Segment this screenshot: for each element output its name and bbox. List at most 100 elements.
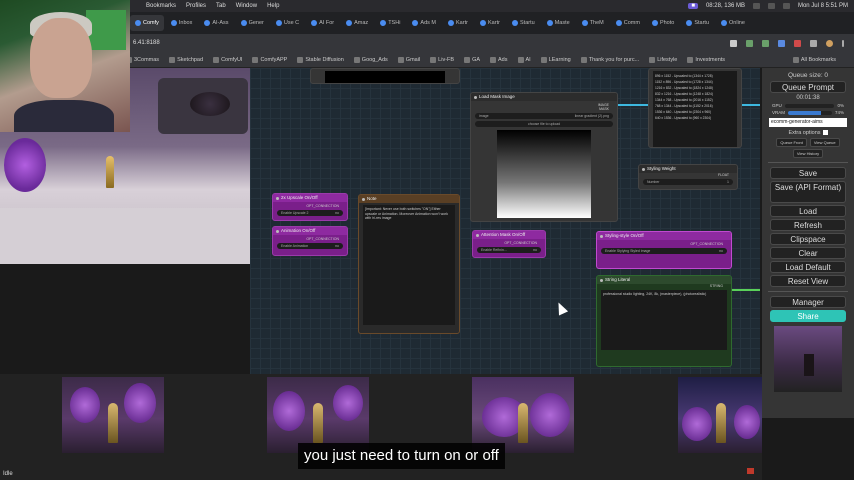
- string-literal-textarea[interactable]: professional studio lighting, 24K, 8k, (…: [601, 290, 727, 350]
- node-attention-mask-toggle[interactable]: Attention Mask On/Off OPT_CONNECTION Ena…: [472, 230, 546, 258]
- node-string-literal[interactable]: String Literal STRING professional studi…: [596, 275, 732, 367]
- browser-tab[interactable]: Comfy: [130, 15, 164, 31]
- profile-avatar-icon[interactable]: [826, 39, 833, 47]
- browser-tab[interactable]: Online: [716, 15, 750, 31]
- load-button[interactable]: Load: [770, 205, 846, 217]
- browser-tab[interactable]: Maste: [542, 15, 575, 31]
- menu-help[interactable]: Help: [267, 3, 279, 9]
- bookmark-item[interactable]: ComfyUI: [213, 56, 242, 63]
- node-upscale-list[interactable]: 896 x 1152 - Upscaled to (1344 x 1728) 1…: [648, 68, 742, 148]
- generated-image-thumbnail[interactable]: [678, 377, 762, 453]
- node-styling-style-toggle[interactable]: Styling-style On/Off OPT_CONNECTION Enab…: [596, 231, 732, 269]
- bookmark-item[interactable]: Goog_Ads: [353, 56, 388, 63]
- reset-view-button[interactable]: Reset View: [770, 275, 846, 287]
- browser-tab[interactable]: Startu: [681, 15, 714, 31]
- browser-tab[interactable]: Photo: [647, 15, 679, 31]
- more-menu-icon[interactable]: [842, 39, 844, 47]
- browser-tab[interactable]: AI-Ass: [199, 15, 233, 31]
- bookmark-item[interactable]: AI: [517, 56, 531, 63]
- url-field[interactable]: 6.41:8188: [133, 40, 160, 46]
- node-upscale-toggle[interactable]: 2x Upscale On/Off OPT_CONNECTION Enable …: [272, 193, 348, 221]
- extension-icon[interactable]: [762, 39, 769, 47]
- browser-tab[interactable]: Use C: [271, 15, 304, 31]
- browser-tab[interactable]: Gener: [236, 15, 269, 31]
- node-styling-weight[interactable]: Styling Weight FLOAT Number 1: [638, 164, 738, 190]
- browser-tab[interactable]: Ads M: [407, 15, 441, 31]
- generated-image-thumbnail[interactable]: [267, 377, 369, 453]
- node-load-mask-image[interactable]: Load Mask Image IMAGE MASK image linear g…: [470, 92, 618, 222]
- styling-toggle-widget[interactable]: Enable Stylying Styled image no: [601, 248, 727, 254]
- browser-tab[interactable]: Comm: [611, 15, 645, 31]
- attention-toggle-widget[interactable]: Enable Refinin... no: [477, 247, 541, 253]
- node-output-connection[interactable]: OPT_CONNECTION: [273, 237, 347, 241]
- all-bookmarks[interactable]: All Bookmarks: [792, 56, 836, 63]
- tray-icon[interactable]: [752, 3, 760, 9]
- node-output-connection[interactable]: OPT_CONNECTION: [273, 204, 347, 208]
- bookmark-item[interactable]: Stable Diffusion: [297, 56, 344, 63]
- upload-button[interactable]: choose file to upload: [475, 121, 613, 127]
- bookmark-item[interactable]: Sketchpad: [169, 56, 203, 63]
- node-animation-toggle[interactable]: Animation On/Off OPT_CONNECTION Enable A…: [272, 226, 348, 256]
- browser-tab[interactable]: Kartr: [443, 15, 473, 31]
- queue-thumbnail[interactable]: [774, 326, 842, 392]
- view-queue-button[interactable]: View Queue: [809, 138, 840, 147]
- browser-tab[interactable]: AI For: [306, 15, 339, 31]
- upscale-toggle-widget[interactable]: Enable Upscale 2 no: [277, 210, 343, 216]
- extension-icon[interactable]: [794, 39, 801, 47]
- menubar-clock[interactable]: Mon Jul 8 5:51 PM: [798, 3, 848, 9]
- bookmark-item[interactable]: Investments: [687, 56, 725, 63]
- node-output-float[interactable]: FLOAT: [639, 173, 737, 177]
- save-button[interactable]: Save: [770, 167, 846, 179]
- note-text[interactable]: [Important: Never use both switches "ON"…: [363, 205, 455, 325]
- extra-options-checkbox[interactable]: [822, 130, 828, 136]
- filename-prefix-input[interactable]: ecomm-generator-aims: [769, 118, 847, 127]
- generated-image-thumbnail[interactable]: [472, 377, 574, 453]
- extra-options[interactable]: Extra options: [762, 130, 854, 136]
- browser-tab[interactable]: Inbox: [166, 15, 197, 31]
- menu-profiles[interactable]: Profiles: [186, 3, 206, 9]
- share-button[interactable]: Share: [770, 310, 846, 322]
- bookmark-item[interactable]: Liv-FB: [430, 56, 454, 63]
- bookmark-item[interactable]: Ads: [490, 56, 508, 63]
- puzzle-icon[interactable]: [810, 39, 817, 47]
- node-output-connection[interactable]: OPT_CONNECTION: [597, 242, 731, 246]
- refresh-button[interactable]: Refresh: [770, 219, 846, 231]
- bookmark-item[interactable]: LEarning: [540, 56, 571, 63]
- queue-front-button[interactable]: Queue Front: [776, 138, 807, 147]
- tray-icon[interactable]: [767, 3, 775, 9]
- animation-toggle-widget[interactable]: Enable Animation no: [277, 243, 343, 249]
- node-image-preview[interactable]: [310, 68, 460, 84]
- browser-tab[interactable]: Startu: [507, 15, 540, 31]
- bookmark-star-icon[interactable]: [730, 39, 737, 47]
- wifi-icon[interactable]: [782, 3, 790, 9]
- node-output-connection[interactable]: OPT_CONNECTION: [473, 241, 545, 245]
- extension-icon[interactable]: [746, 39, 753, 47]
- clipspace-button[interactable]: Clipspace: [770, 233, 846, 245]
- browser-tab[interactable]: TSHi: [375, 15, 405, 31]
- bookmark-item[interactable]: ComfyAPP: [252, 56, 287, 63]
- clear-button[interactable]: Clear: [770, 247, 846, 259]
- image-select-widget[interactable]: image linear gradient (2).png: [475, 113, 613, 119]
- bookmark-item[interactable]: GA: [464, 56, 480, 63]
- node-note[interactable]: Note [Important: Never use both switches…: [358, 194, 460, 334]
- graph-canvas[interactable]: 896 x 1152 - Upscaled to (1344 x 1728) 1…: [250, 68, 760, 374]
- browser-tab[interactable]: Amaz: [341, 15, 373, 31]
- view-history-button[interactable]: View History: [792, 149, 824, 158]
- browser-tab[interactable]: Kartr: [475, 15, 505, 31]
- recording-icon[interactable]: ■: [688, 3, 698, 9]
- manager-button[interactable]: Manager: [770, 296, 846, 308]
- bookmark-item[interactable]: Lifestyle: [649, 56, 677, 63]
- load-default-button[interactable]: Load Default: [770, 261, 846, 273]
- number-widget[interactable]: Number 1: [643, 179, 733, 185]
- bookmark-item[interactable]: Gmail: [397, 56, 420, 63]
- menu-bookmarks[interactable]: Bookmarks: [146, 3, 176, 9]
- bookmark-item[interactable]: 3Commas: [126, 56, 159, 63]
- bookmark-item[interactable]: Thank you for purc...: [580, 56, 639, 63]
- menu-window[interactable]: Window: [236, 3, 257, 9]
- menu-tab[interactable]: Tab: [216, 3, 226, 9]
- save-api-button[interactable]: Save (API Format): [770, 181, 846, 203]
- queue-prompt-button[interactable]: Queue Prompt: [770, 81, 846, 93]
- generated-image-thumbnail[interactable]: [62, 377, 164, 453]
- extension-icon[interactable]: [778, 39, 785, 47]
- browser-tab[interactable]: TheM: [577, 15, 609, 31]
